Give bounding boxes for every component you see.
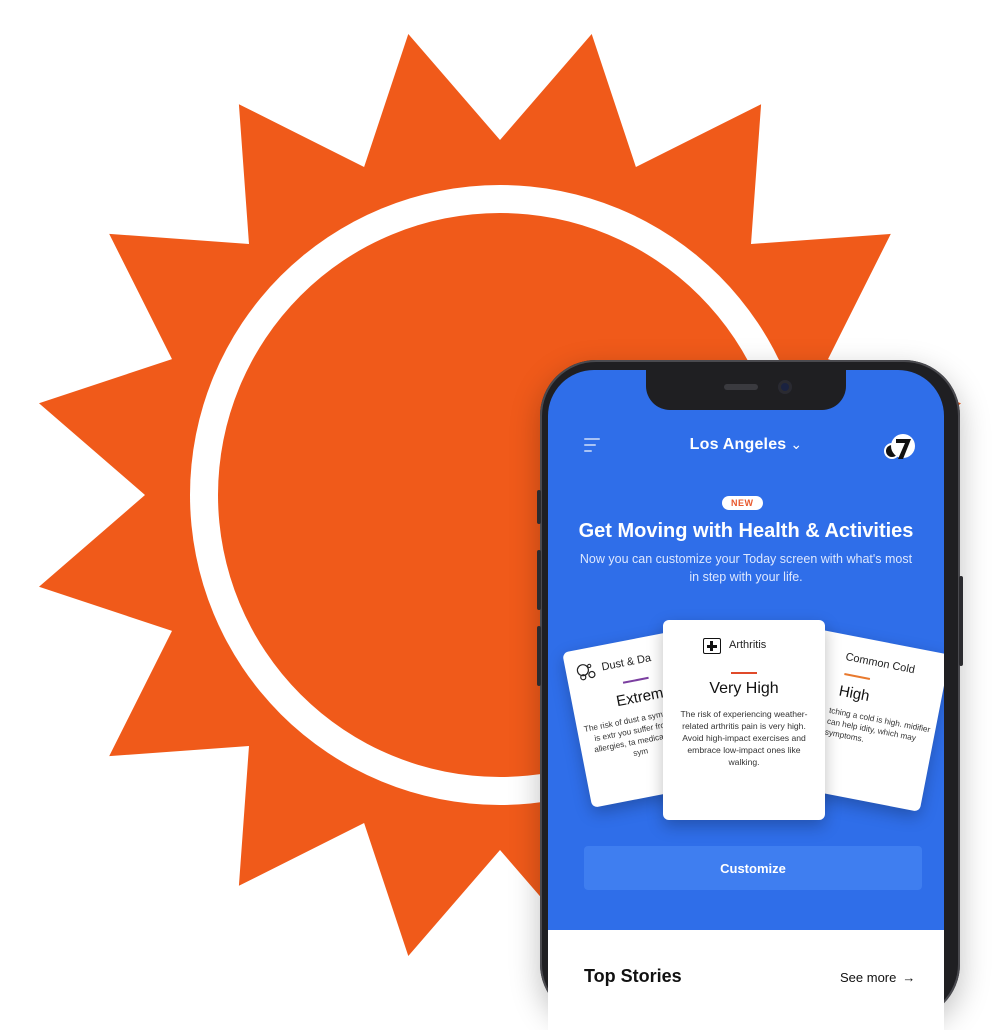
top-stories-section: Top Stories See more → [548, 930, 944, 1030]
phone-notch [646, 370, 846, 410]
see-more-link[interactable]: See more → [840, 970, 915, 985]
card-title: Common Cold [844, 651, 916, 677]
card-rule [844, 673, 871, 680]
abc7-logo[interactable] [880, 432, 916, 462]
new-badge: NEW [722, 496, 763, 510]
card-level: Very High [709, 680, 779, 697]
promo-subtext: Now you can customize your Today screen … [579, 552, 913, 584]
top-stories-title: Top Stories [584, 966, 682, 986]
card-rule [622, 676, 649, 684]
arrow-right-icon: → [902, 970, 916, 985]
see-more-label: See more [840, 970, 897, 985]
app-screen: Los Angeles ⌄ NEW Get Moving with Health … [548, 370, 944, 1030]
app-header: Los Angeles ⌄ [548, 432, 944, 462]
customize-button[interactable]: Customize [584, 846, 922, 890]
chevron-down-icon: ⌄ [790, 436, 803, 452]
card-arthritis: Arthritis Very High The risk of experien… [663, 620, 825, 820]
first-aid-icon [703, 638, 721, 654]
card-body: The risk of experiencing weather-related… [680, 709, 808, 767]
card-level: Extrem [614, 684, 665, 711]
card-rule [731, 672, 757, 674]
dust-dander-icon [575, 661, 599, 685]
promo-headline: Get Moving with Health & Activities [578, 520, 914, 542]
card-title: Dust & Da [600, 652, 653, 674]
card-title: Arthritis [729, 639, 767, 651]
location-label: Los Angeles [689, 436, 787, 453]
phone-mockup: Los Angeles ⌄ NEW Get Moving with Health … [537, 360, 963, 1030]
speaker-grille [724, 384, 758, 390]
camera-icon [778, 380, 792, 394]
card-body: tching a cold is high. midifier can help… [824, 705, 932, 744]
card-level: High [837, 682, 871, 706]
